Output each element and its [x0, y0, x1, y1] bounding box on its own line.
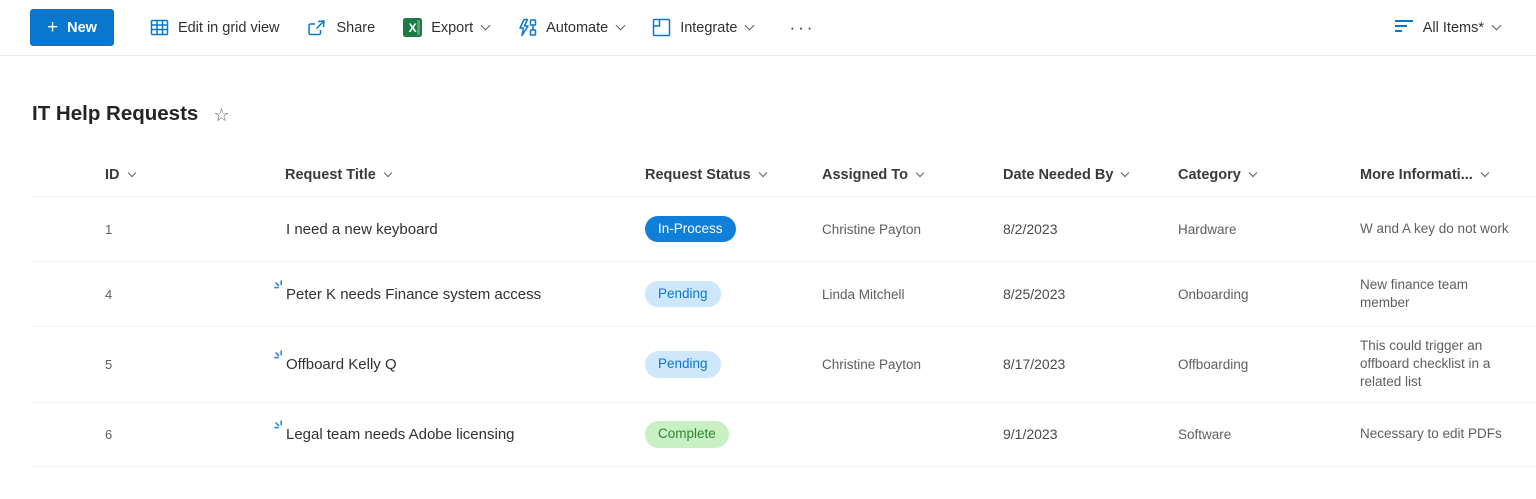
table-row[interactable]: 1 I need a new keyboard In-Process Chris… — [32, 196, 1536, 261]
filter-lines-icon — [1394, 19, 1414, 37]
status-badge: Complete — [645, 420, 729, 448]
status-badge: Pending — [645, 350, 721, 378]
cell-category: Offboarding — [1178, 356, 1249, 372]
cell-assigned-to: Christine Payton — [822, 356, 922, 372]
request-title-text: I need a new keyboard — [286, 220, 438, 238]
status-badge: In-Process — [645, 215, 736, 243]
cell-request-title[interactable]: Offboard Kelly Q — [274, 350, 645, 373]
automate-button[interactable]: Automate — [505, 9, 636, 47]
cell-category: Software — [1178, 426, 1232, 442]
column-header-label: Request Status — [645, 167, 751, 183]
cell-more-information: Necessary to edit PDFs — [1360, 426, 1502, 442]
table-row[interactable]: 5 Offboard Kelly Q Pending Christine Pay… — [32, 326, 1536, 402]
table-row[interactable]: 4 Peter K needs Finance system access Pe… — [32, 261, 1536, 326]
column-header-id[interactable]: ID — [105, 167, 136, 183]
cell-request-status: Complete — [645, 420, 822, 448]
chevron-down-icon — [1248, 168, 1258, 178]
chevron-down-icon — [383, 168, 393, 178]
new-button[interactable]: + New — [30, 9, 114, 46]
favorite-star-icon[interactable]: ☆ — [213, 104, 229, 124]
cell-more-information: This could trigger an offboard checklist… — [1360, 338, 1491, 390]
new-item-spark-icon — [274, 348, 285, 365]
cell-assigned-to: Christine Payton — [822, 221, 922, 237]
chevron-down-icon — [915, 168, 925, 178]
cell-id: 4 — [105, 286, 113, 302]
cell-more-information: W and A key do not work — [1360, 220, 1509, 236]
cell-request-title[interactable]: Legal team needs Adobe licensing — [274, 419, 645, 443]
export-button[interactable]: X Export — [391, 9, 501, 47]
column-header-label: Assigned To — [822, 167, 908, 183]
column-header-label: ID — [105, 167, 120, 183]
title-row: IT Help Requests ☆ — [0, 56, 1536, 126]
cell-more-information: New finance team member — [1360, 276, 1469, 310]
request-title-text: Legal team needs Adobe licensing — [286, 425, 515, 443]
column-header-label: Category — [1178, 167, 1241, 183]
cell-request-status: Pending — [645, 280, 822, 308]
cell-id: 6 — [105, 426, 113, 442]
edit-in-grid-view-button[interactable]: Edit in grid view — [138, 9, 292, 47]
cell-assigned-to: Linda Mitchell — [822, 286, 905, 302]
more-icon: ··· — [789, 17, 816, 37]
column-header-request-title[interactable]: Request Title — [285, 167, 393, 183]
chevron-down-icon — [758, 168, 767, 178]
automate-label: Automate — [546, 19, 609, 36]
automate-icon — [517, 18, 537, 37]
share-label: Share — [336, 19, 376, 36]
chevron-down-icon — [1480, 168, 1490, 178]
column-header-date-needed-by[interactable]: Date Needed By — [1003, 167, 1130, 183]
request-title-text: Offboard Kelly Q — [286, 355, 397, 373]
excel-icon: X — [403, 18, 423, 37]
column-header-label: Date Needed By — [1003, 167, 1114, 183]
share-icon — [307, 19, 327, 37]
cell-date-needed-by: 8/2/2023 — [1003, 221, 1058, 237]
cell-category: Hardware — [1178, 221, 1237, 237]
share-button[interactable]: Share — [295, 9, 387, 47]
integrate-label: Integrate — [680, 19, 738, 36]
cell-date-needed-by: 9/1/2023 — [1003, 426, 1058, 443]
cell-date-needed-by: 8/25/2023 — [1003, 286, 1066, 302]
new-item-spark-icon — [274, 278, 285, 295]
page-title: IT Help Requests — [32, 102, 199, 125]
integrate-icon — [652, 18, 671, 37]
new-button-label: New — [67, 19, 97, 36]
chevron-down-icon — [1121, 168, 1130, 178]
cell-id: 1 — [105, 221, 113, 237]
grid-view-icon — [150, 18, 169, 37]
chevron-down-icon — [480, 20, 491, 31]
column-header-more-information[interactable]: More Informati... — [1360, 167, 1490, 183]
view-selector-label: All Items* — [1422, 19, 1484, 36]
column-header-assigned-to[interactable]: Assigned To — [822, 167, 925, 183]
column-header-label: More Informati... — [1360, 167, 1473, 183]
chevron-down-icon — [127, 168, 136, 178]
command-bar: + New Edit in grid view Share X Export A… — [0, 0, 1536, 56]
new-item-spark-icon — [274, 418, 285, 435]
chevron-down-icon — [615, 20, 626, 31]
request-title-text: Peter K needs Finance system access — [286, 285, 542, 303]
more-commands-button[interactable]: ··· — [769, 9, 835, 47]
column-header-row: ID Request Title Request Status Assigned… — [32, 154, 1536, 196]
column-header-label: Request Title — [285, 167, 376, 183]
chevron-down-icon — [1491, 20, 1502, 31]
column-header-request-status[interactable]: Request Status — [645, 167, 767, 183]
cell-date-needed-by: 8/17/2023 — [1003, 356, 1066, 373]
integrate-button[interactable]: Integrate — [640, 9, 765, 47]
cell-id: 5 — [105, 356, 113, 372]
cell-request-title[interactable]: I need a new keyboard — [285, 221, 645, 238]
table-row[interactable]: 6 Legal team needs Adobe licensing Compl… — [32, 401, 1536, 467]
status-badge: Pending — [645, 280, 721, 308]
view-selector[interactable]: All Items* — [1388, 9, 1506, 47]
cell-category: Onboarding — [1178, 286, 1249, 302]
cell-request-status: Pending — [645, 350, 822, 378]
chevron-down-icon — [744, 20, 755, 31]
column-header-category[interactable]: Category — [1178, 167, 1258, 183]
plus-icon: + — [47, 17, 59, 38]
cell-request-title[interactable]: Peter K needs Finance system access — [274, 279, 645, 303]
edit-in-grid-view-label: Edit in grid view — [177, 19, 280, 36]
export-label: Export — [431, 19, 474, 36]
list-view: ID Request Title Request Status Assigned… — [32, 154, 1536, 467]
cell-request-status: In-Process — [645, 215, 822, 243]
